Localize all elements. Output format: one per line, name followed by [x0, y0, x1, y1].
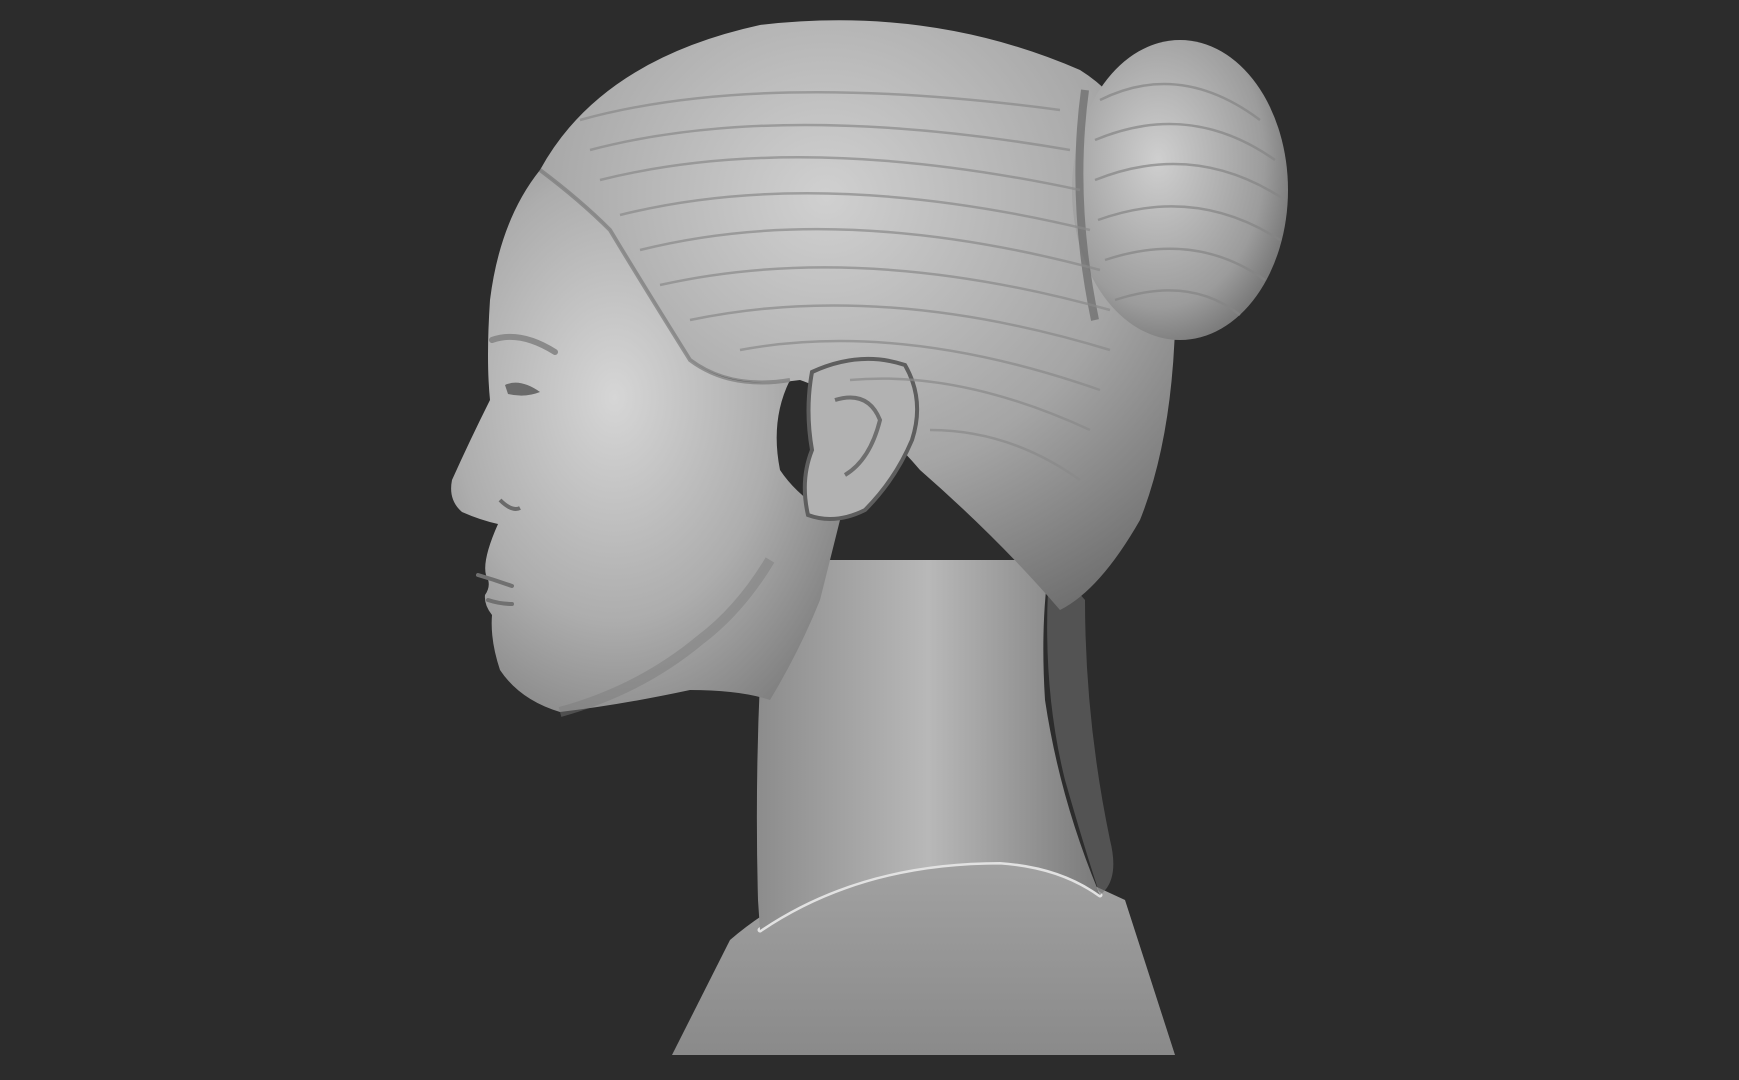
- sculpt-viewport: [0, 0, 1739, 1080]
- sculpt-render: [451, 20, 1288, 1055]
- ear: [802, 356, 920, 521]
